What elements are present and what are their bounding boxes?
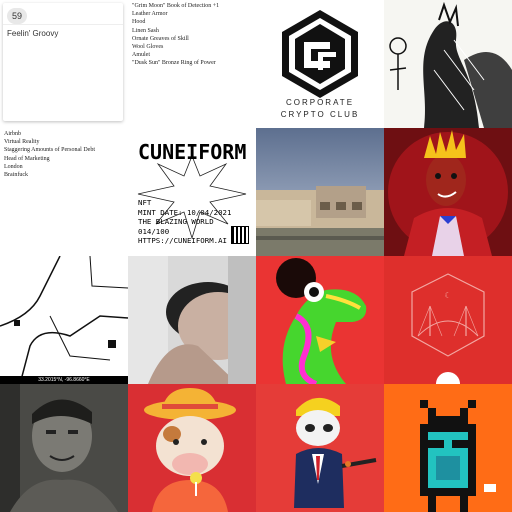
building-photo: [256, 128, 384, 256]
cuneiform-tile[interactable]: CUNEIFORM NFT MINT DATE: 10/04/2021 THE …: [128, 128, 256, 256]
token-badge: 59: [7, 8, 27, 24]
map-tile[interactable]: 33.2015°N, -96.8660°E: [0, 256, 128, 384]
logo-line-2: CRYPTO CLUB: [280, 110, 360, 119]
cuneiform-details: NFT MINT DATE: 10/04/2021 THE BLAZING WO…: [138, 198, 231, 246]
nft-label: NFT: [138, 198, 152, 207]
profile-traits-tile[interactable]: Airbnb Virtual Reality Staggering Amount…: [0, 128, 128, 256]
mohawk-portrait-tile[interactable]: [384, 128, 512, 256]
corporate-crypto-club-tile[interactable]: CORPORATE CRYPTO CLUB: [256, 0, 384, 128]
logo-line-1: CORPORATE: [285, 98, 355, 107]
profile-trait-list: Airbnb Virtual Reality Staggering Amount…: [4, 130, 95, 179]
cow-character-art: [128, 384, 256, 512]
map-coordinates: 33.2015°N, -96.8660°E: [38, 377, 90, 383]
loot-card[interactable]: 59 Feelin' Groovy: [3, 3, 123, 121]
photo-tile[interactable]: [128, 256, 256, 384]
collection-name: THE BLAZING WORLD: [138, 217, 214, 227]
psychedelic-llama-tile[interactable]: [256, 256, 384, 384]
card-divider: [3, 24, 123, 25]
grayscale-portrait-tile[interactable]: [0, 384, 128, 512]
loot-items-tile[interactable]: "Grim Moon" Book of Detection +1 Leather…: [128, 0, 256, 128]
profile-trait: Brainfuck: [4, 172, 28, 179]
loot-item: Linen Sash: [132, 27, 159, 34]
loot-item: Leather Armor: [132, 11, 168, 18]
corporate-crypto-club-logo: [282, 10, 358, 98]
panda-businessman-art: [256, 384, 384, 512]
profile-trait: Head of Marketing: [4, 155, 50, 162]
mint-date: MINT DATE: 10/04/2021: [138, 207, 232, 217]
loot-bag-tile[interactable]: 59 Feelin' Groovy: [0, 0, 128, 128]
cuneiform-title: CUNEIFORM: [138, 140, 247, 164]
panda-suit-tile[interactable]: [256, 384, 384, 512]
bridge-emblem: ☾: [384, 256, 512, 384]
svg-text:☾: ☾: [444, 291, 451, 300]
mohawk-portrait: [384, 128, 512, 256]
photo-image: [128, 256, 256, 384]
psychedelic-llama-art: [256, 256, 384, 384]
building-photo-tile[interactable]: [256, 128, 384, 256]
loot-item: Wool Gloves: [132, 44, 164, 51]
ink-sketch-art: [384, 0, 512, 128]
profile-trait: Staggering Amounts of Personal Debt: [4, 147, 95, 154]
bridge-emblem-tile[interactable]: ☾: [384, 256, 512, 384]
loot-item: "Dusk Sun" Bronze Ring of Power: [132, 60, 216, 67]
loot-item: Amulet: [132, 52, 150, 59]
qr-code-icon: [231, 226, 249, 244]
pixel-bug-tile[interactable]: [384, 384, 512, 512]
nft-gallery-grid: 59 Feelin' Groovy "Grim Moon" Book of De…: [0, 0, 512, 512]
grayscale-portrait: [0, 384, 128, 512]
ink-sketch-tile[interactable]: [384, 0, 512, 128]
profile-trait: Virtual Reality: [4, 139, 40, 146]
cow-straw-hat-tile[interactable]: [128, 384, 256, 512]
profile-trait: Airbnb: [4, 131, 21, 137]
loot-item-list: "Grim Moon" Book of Detection +1 Leather…: [132, 2, 219, 68]
loot-item: "Grim Moon" Book of Detection +1: [132, 3, 220, 9]
profile-trait: London: [4, 163, 23, 170]
loot-item: Ornate Greaves of Skill: [132, 35, 189, 42]
loot-item: Hood: [132, 19, 146, 26]
website-url: HTTPS://CUNEIFORM.AI: [138, 236, 227, 246]
edition-number: 014/100: [138, 226, 170, 236]
card-title: Feelin' Groovy: [7, 29, 59, 38]
street-map: [0, 256, 128, 384]
pixel-bug-art: [384, 384, 512, 512]
